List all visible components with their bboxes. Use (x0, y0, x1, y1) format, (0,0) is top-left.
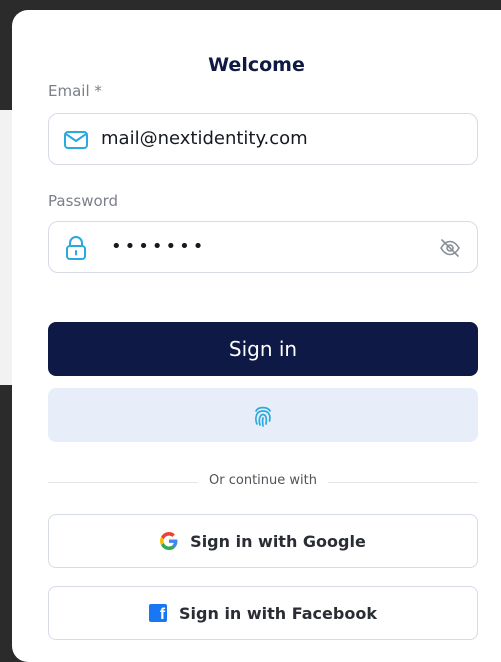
facebook-icon: f (149, 604, 168, 623)
divider-text: Or continue with (209, 473, 317, 488)
google-icon (160, 532, 178, 550)
sign-in-button[interactable]: Sign in (48, 322, 478, 376)
biometric-sign-in-button[interactable] (48, 388, 478, 442)
facebook-sign-in-button[interactable]: f Sign in with Facebook (48, 586, 478, 640)
login-card: Welcome Email * mail@nextidentity.com Pa… (12, 10, 501, 662)
email-value: mail@nextidentity.com (101, 128, 308, 149)
page-title: Welcome (208, 54, 305, 76)
lock-icon (66, 236, 86, 260)
google-sign-in-label: Sign in with Google (190, 531, 366, 551)
password-label: Password (48, 192, 119, 210)
email-label: Email * (48, 82, 102, 100)
eye-off-icon[interactable] (439, 237, 461, 259)
email-field[interactable]: mail@nextidentity.com (48, 113, 478, 165)
google-sign-in-button[interactable]: Sign in with Google (48, 514, 478, 568)
divider: Or continue with (48, 472, 478, 492)
fingerprint-icon (255, 406, 271, 427)
password-value: ••••••• (111, 236, 207, 257)
mail-icon (64, 131, 88, 149)
facebook-sign-in-label: Sign in with Facebook (179, 603, 377, 623)
password-field[interactable]: ••••••• (48, 221, 478, 273)
